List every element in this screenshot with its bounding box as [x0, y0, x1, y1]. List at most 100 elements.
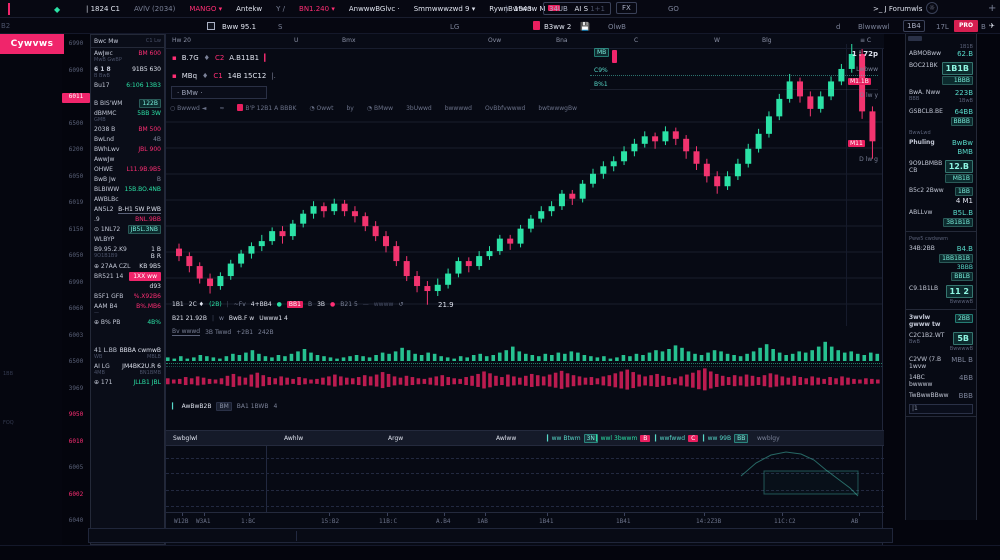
watchlist-row[interactable]: AI LG4MBJM4BK2U.R 6BN1BMB [91, 361, 164, 377]
chart-tab-6[interactable]: W [714, 37, 720, 44]
panel-field-value[interactable]: BBB [959, 392, 973, 400]
menu-item-1[interactable]: AVlV (2034) [134, 5, 175, 13]
panel-field-value[interactable]: BwBw [952, 139, 973, 147]
panel-field-value[interactable]: 64BB [954, 108, 973, 116]
bottom-tab-4[interactable]: ▎ww Btwm3N [547, 435, 598, 442]
ladder-price[interactable]: 6011 [62, 93, 90, 103]
panel-handle[interactable] [908, 36, 922, 41]
watchlist-row[interactable]: ⊕ 171JLLB1 JBL [91, 377, 164, 387]
watchlist-row[interactable]: ⊕ 27AA CZLKB 9B5 [91, 261, 164, 271]
menu-item-3[interactable]: Antekw [236, 5, 262, 13]
panel-field-value[interactable]: 1BB [955, 187, 973, 196]
chart-tool-6[interactable]: 3bUwwd [406, 105, 432, 112]
menu-item-2[interactable]: MANGO ▾ [189, 5, 222, 13]
bottom-tab-3[interactable]: Awlww [496, 435, 516, 442]
checkbox-icon[interactable] [207, 22, 215, 30]
menu-item-5[interactable]: BN1.240 ▾ [299, 5, 335, 13]
ladder-price[interactable]: 6150 [62, 226, 90, 236]
panel-field-value[interactable]: 2BB [955, 314, 973, 323]
ladder-price[interactable]: 6200 [62, 146, 90, 156]
ladder-price[interactable]: 9050 [62, 411, 90, 421]
chart-tool-7[interactable]: bwwwwd [445, 105, 472, 112]
watchlist-row[interactable]: B BIS'WM122B [91, 98, 164, 108]
watchlist-row[interactable]: BR521 141XX ww [91, 271, 164, 281]
chart-tool-1[interactable]: ≈ [219, 105, 224, 112]
chart-tab-8[interactable]: ≡ C [860, 37, 871, 44]
panel-field-value[interactable]: 62.B [957, 50, 973, 58]
panel-field-value[interactable]: 223B [955, 89, 973, 97]
input-17l[interactable]: 17L [936, 23, 949, 31]
watchlist-row[interactable]: 41 L.BBWBBBBA cwmwBMBLB [91, 345, 164, 361]
ladder-price[interactable]: 6003 [62, 332, 90, 342]
menu-item-0[interactable]: | 1824 C1 [86, 5, 120, 13]
watchlist-row[interactable]: BwB JwB [91, 174, 164, 184]
chart-tab-2[interactable]: Bmx [342, 37, 356, 44]
mid-label-2[interactable]: OlwB [608, 23, 626, 31]
watchlist-row[interactable]: ⊙ 1NL72JB5L.3NB [91, 224, 164, 234]
plus-button[interactable]: + [988, 3, 996, 14]
watchlist-row[interactable]: BwLnd4B [91, 134, 164, 144]
panel-field-value[interactable]: 4BB [959, 374, 973, 382]
ladder-price[interactable]: 3969 [62, 385, 90, 395]
panel-field-value[interactable]: B4.B [957, 245, 973, 253]
menu-item-7[interactable]: Smmwwwzwd 9 ▾ [414, 5, 476, 13]
go-label[interactable]: GO [668, 5, 679, 13]
lg-label[interactable]: LG [450, 23, 459, 31]
ladder-price[interactable]: 6050 [62, 252, 90, 262]
chart-tool-8[interactable]: OvBbfvwwwd [485, 105, 525, 112]
panel-field-value[interactable]: 11 2 [946, 285, 973, 298]
ladder-price[interactable]: 6500 [62, 120, 90, 130]
timeframe-dropdown[interactable]: · BMw · [171, 86, 267, 99]
watchlist-row[interactable]: ⊕ B% PB4B% [91, 317, 164, 327]
bottom-tab-0[interactable]: Swbglwl [173, 435, 198, 442]
chart-tool-0[interactable]: ○ Bwwwd ◄ [170, 105, 206, 112]
ladder-price[interactable]: 6090 [62, 67, 90, 77]
ladder-price[interactable]: 6005 [62, 464, 90, 474]
chart-tool-9[interactable]: bwtwwwgBw [538, 105, 577, 112]
bottom-tab-1[interactable]: Awhlw [284, 435, 303, 442]
ladder-price[interactable]: 6010 [62, 438, 90, 448]
chart-tab-0[interactable]: Hw 20 [172, 37, 191, 44]
app-logo[interactable]: Cywvws [0, 34, 64, 54]
watchlist-row[interactable]: WLBYP [91, 234, 164, 244]
layout-label[interactable]: Bww 95.1 [222, 23, 256, 31]
ladder-price[interactable]: 6990 [62, 40, 90, 50]
watchlist-row[interactable]: 6 1 8B BwB91B5 630 [91, 64, 164, 80]
ladder-price[interactable]: 6990 [62, 279, 90, 289]
panel-field-value[interactable]: 1B1B [942, 62, 973, 75]
bird-icon[interactable]: ✈ [989, 22, 995, 30]
terminal-button[interactable]: >_ J Forumwls [873, 5, 922, 13]
chart-tab-7[interactable]: Blg [762, 37, 772, 44]
bottom-tab-7[interactable]: ▎ww 99BBB [703, 435, 748, 442]
watchlist-row[interactable]: .9BNL.9BB [91, 214, 164, 224]
fx-button[interactable]: FX [616, 2, 637, 14]
watchlist-row[interactable]: AAM B4—B%.MB6 [91, 301, 164, 317]
bottom-tab-5[interactable]: ▎wwl 3bwwmB [596, 435, 650, 442]
watchlist-row[interactable]: dBMMCGMB5BB 3W [91, 108, 164, 124]
save-icon[interactable]: 💾 [580, 22, 590, 31]
chart-tab-5[interactable]: C [634, 37, 638, 44]
menu-item-4[interactable]: Y / [276, 5, 285, 13]
panel-field-value[interactable]: 5B [953, 332, 973, 345]
chart-tool-2[interactable]: B'P 12B1 A BBBK [237, 104, 296, 112]
panel-input[interactable]: |1 [909, 404, 973, 414]
bottom-tab-6[interactable]: ▎wwfwwdC [655, 435, 698, 442]
candlestick-chart[interactable] [166, 44, 882, 306]
panel-field-value[interactable]: MBL B [951, 356, 973, 364]
panel-field-value[interactable]: 12.B [945, 160, 973, 173]
ladder-price[interactable]: 6060 [62, 305, 90, 315]
watchlist-row[interactable]: OHWEL11.9B.9B5 [91, 164, 164, 174]
watchlist-row[interactable]: Bu176:106 13B3 [91, 80, 164, 90]
menu-item-6[interactable]: AnwwwBGlvc · [349, 5, 400, 13]
ladder-price[interactable]: 6050 [62, 173, 90, 183]
watchlist-row[interactable]: B5F1 GFB%.X92B6 [91, 291, 164, 301]
symbol-search-box[interactable]: 34UB 1+1 [543, 2, 611, 15]
watchlist-row[interactable]: AwwJw [91, 154, 164, 164]
pro-button[interactable]: PRO [954, 20, 978, 32]
watchlist-row[interactable]: 2038 BBM 500 [91, 124, 164, 134]
chart-tab-3[interactable]: Ovw [488, 37, 501, 44]
chart-tool-5[interactable]: ◔ BMww [367, 105, 393, 112]
watchlist-row[interactable]: B9.95.2.K99O1B1B91 BB R [91, 244, 164, 261]
bottom-tab-2[interactable]: Argw [388, 435, 403, 442]
ladder-price[interactable]: 6002 [62, 491, 90, 501]
